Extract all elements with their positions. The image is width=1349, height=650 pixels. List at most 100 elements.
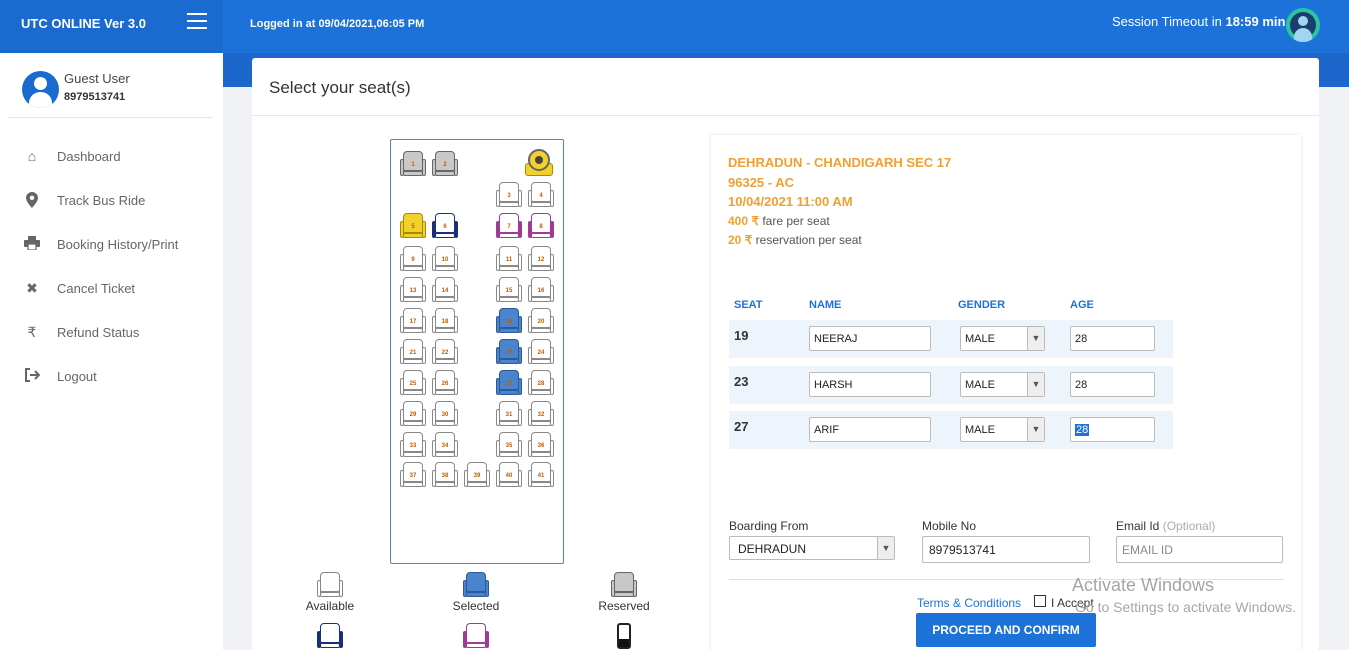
passenger-name-input[interactable]: HARSH [809, 372, 931, 397]
sidebar-item-logout[interactable]: Logout [20, 366, 210, 388]
seat-4[interactable]: 4 [528, 182, 554, 208]
seat-2[interactable]: 2 [432, 151, 458, 177]
proceed-confirm-button[interactable]: PROCEED AND CONFIRM [916, 613, 1096, 647]
seat-28[interactable]: 28 [528, 370, 554, 396]
seat-number: 18 [441, 319, 449, 325]
legend-available: Available [290, 572, 370, 613]
seat-20[interactable]: 20 [528, 308, 554, 334]
seat-32[interactable]: 32 [528, 401, 554, 427]
legend-ladies [436, 623, 516, 649]
legend-label: Selected [452, 599, 500, 613]
seat-17[interactable]: 17 [400, 308, 426, 334]
seat-number: 28 [537, 381, 545, 387]
passenger-gender-select[interactable]: MALE ▼ [960, 417, 1045, 442]
seat-39[interactable]: 39 [464, 462, 490, 488]
seat-number: 17 [409, 319, 417, 325]
seat-1[interactable]: 1 [400, 151, 426, 177]
booking-details-panel: DEHRADUN - CHANDIGARH SEC 17 96325 - AC … [711, 135, 1301, 650]
terms-link[interactable]: Terms & Conditions [917, 596, 1021, 610]
seat-21[interactable]: 21 [400, 339, 426, 365]
boarding-value: DEHRADUN [738, 542, 807, 556]
seat-12[interactable]: 12 [528, 246, 554, 272]
sidebar-item-dashboard[interactable]: ⌂ Dashboard [20, 146, 210, 168]
sidebar-item-label: Track Bus Ride [57, 193, 146, 208]
accept-checkbox[interactable] [1034, 595, 1046, 607]
seat-29[interactable]: 29 [400, 401, 426, 427]
seat-40[interactable]: 40 [496, 462, 522, 488]
age-selected-text: 28 [1075, 424, 1090, 436]
seat-selected-icon [463, 572, 489, 598]
passenger-age-input[interactable]: 28 [1070, 417, 1155, 442]
seat-9[interactable]: 9 [400, 246, 426, 272]
reservation-text: reservation per seat [755, 233, 862, 247]
seat-8[interactable]: 8 [528, 213, 554, 239]
seat-number: 27 [505, 381, 513, 387]
seat-38[interactable]: 38 [432, 462, 458, 488]
passenger-age-input[interactable]: 28 [1070, 372, 1155, 397]
sidebar-item-booking-history[interactable]: Booking History/Print [20, 234, 210, 256]
seat-10[interactable]: 10 [432, 246, 458, 272]
seat-19[interactable]: 19 [496, 308, 522, 334]
passenger-gender-select[interactable]: MALE ▼ [960, 372, 1045, 397]
passenger-name-input[interactable]: NEERAJ [809, 326, 931, 351]
seat-23[interactable]: 23 [496, 339, 522, 365]
passenger-seat: 27 [734, 419, 749, 434]
reservation-per-seat: 20 ₹ reservation per seat [728, 233, 862, 247]
sidebar-divider [8, 117, 213, 118]
email-input[interactable]: EMAIL ID [1116, 536, 1283, 563]
mobile-input[interactable]: 8979513741 [922, 536, 1090, 563]
seat-22[interactable]: 22 [432, 339, 458, 365]
passenger-gender-select[interactable]: MALE ▼ [960, 326, 1045, 351]
seat-13[interactable]: 13 [400, 277, 426, 303]
seat-36[interactable]: 36 [528, 432, 554, 458]
email-label: Email Id (Optional) [1116, 519, 1215, 533]
legend-reserved: Reserved [584, 572, 664, 613]
menu-toggle-icon[interactable] [187, 13, 207, 31]
seat-ladies-icon [463, 623, 489, 649]
seat-number: 6 [443, 224, 447, 230]
seat-31[interactable]: 31 [496, 401, 522, 427]
profile-avatar-icon[interactable] [1286, 8, 1320, 42]
seat-37[interactable]: 37 [400, 462, 426, 488]
sidebar-item-label: Refund Status [57, 325, 140, 340]
seat-26[interactable]: 26 [432, 370, 458, 396]
boarding-select[interactable]: DEHRADUN ▼ [729, 536, 895, 560]
seat-number: 23 [505, 350, 513, 356]
steering-wheel-icon [525, 149, 553, 177]
seat-14[interactable]: 14 [432, 277, 458, 303]
seat-30[interactable]: 30 [432, 401, 458, 427]
seat-11[interactable]: 11 [496, 246, 522, 272]
sidebar-item-cancel-ticket[interactable]: ✖ Cancel Ticket [20, 278, 210, 300]
seat-gents-icon [317, 623, 343, 649]
legend-selected: Selected [436, 572, 516, 613]
seat-25[interactable]: 25 [400, 370, 426, 396]
sidebar-item-track-bus[interactable]: Track Bus Ride [20, 190, 210, 212]
sidebar-item-refund-status[interactable]: ₹ Refund Status [20, 322, 210, 344]
seat-18[interactable]: 18 [432, 308, 458, 334]
passenger-name-input[interactable]: ARIF [809, 417, 931, 442]
seat-15[interactable]: 15 [496, 277, 522, 303]
seat-35[interactable]: 35 [496, 432, 522, 458]
sidebar-item-label: Logout [57, 369, 97, 384]
seat-6[interactable]: 6 [432, 213, 458, 239]
seat-33[interactable]: 33 [400, 432, 426, 458]
user-avatar-icon [22, 71, 59, 108]
seat-27[interactable]: 27 [496, 370, 522, 396]
seat-number: 34 [441, 443, 449, 449]
seat-24[interactable]: 24 [528, 339, 554, 365]
seat-41[interactable]: 41 [528, 462, 554, 488]
seat-number: 13 [409, 288, 417, 294]
chevron-down-icon: ▼ [1027, 327, 1044, 350]
seat-3[interactable]: 3 [496, 182, 522, 208]
passenger-row: 27 ARIF MALE ▼ 28 [729, 411, 1173, 449]
seat-16[interactable]: 16 [528, 277, 554, 303]
chevron-down-icon: ▼ [1027, 373, 1044, 396]
chevron-down-icon: ▼ [877, 537, 894, 559]
seat-number: 26 [441, 381, 449, 387]
passenger-age-input[interactable]: 28 [1070, 326, 1155, 351]
seat-5[interactable]: 5 [400, 213, 426, 239]
seat-34[interactable]: 34 [432, 432, 458, 458]
seat-number: 24 [537, 350, 545, 356]
seat-7[interactable]: 7 [496, 213, 522, 239]
seat-reserved-icon [611, 572, 637, 598]
